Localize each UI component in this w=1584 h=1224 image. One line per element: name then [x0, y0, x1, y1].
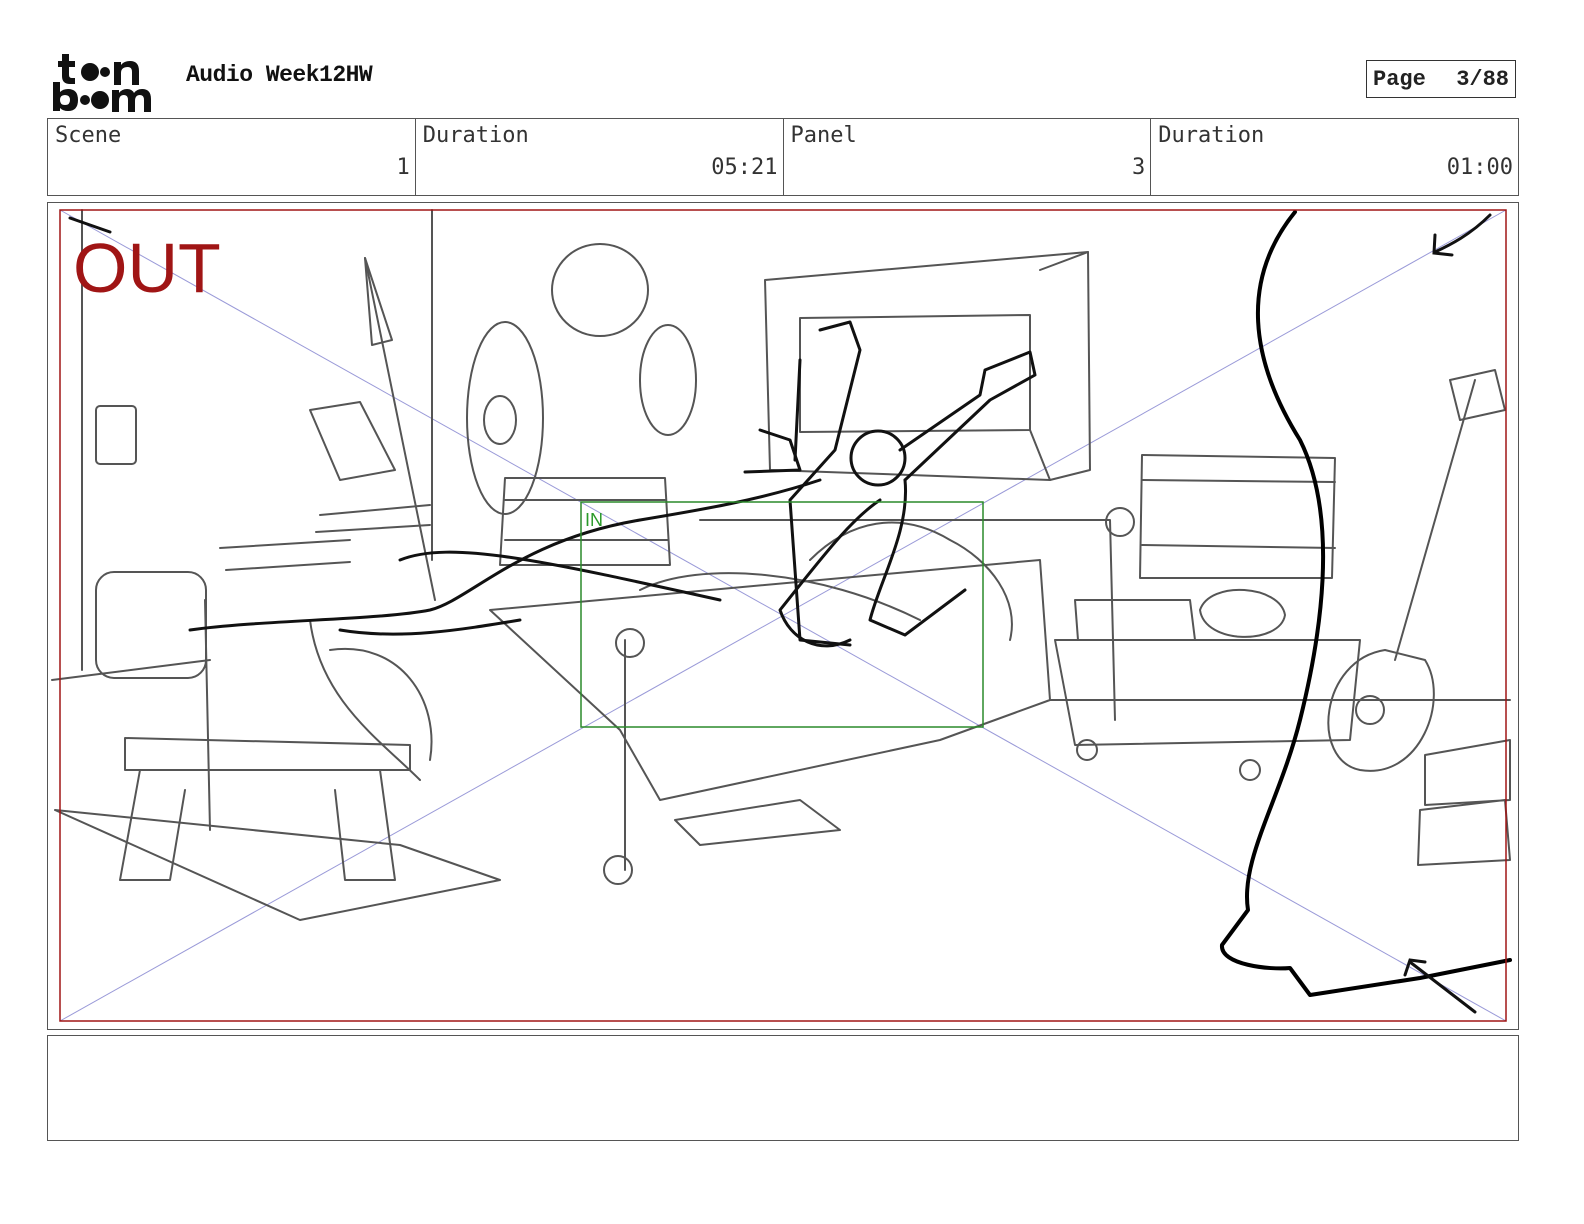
out-frame-label: OUT — [73, 229, 221, 307]
foreground-silhouette — [1220, 210, 1512, 997]
in-frame-label: IN — [585, 510, 603, 530]
panel-notes-box[interactable] — [47, 1035, 1519, 1141]
character-rough — [188, 320, 1037, 648]
background-sketch — [51, 209, 1511, 921]
